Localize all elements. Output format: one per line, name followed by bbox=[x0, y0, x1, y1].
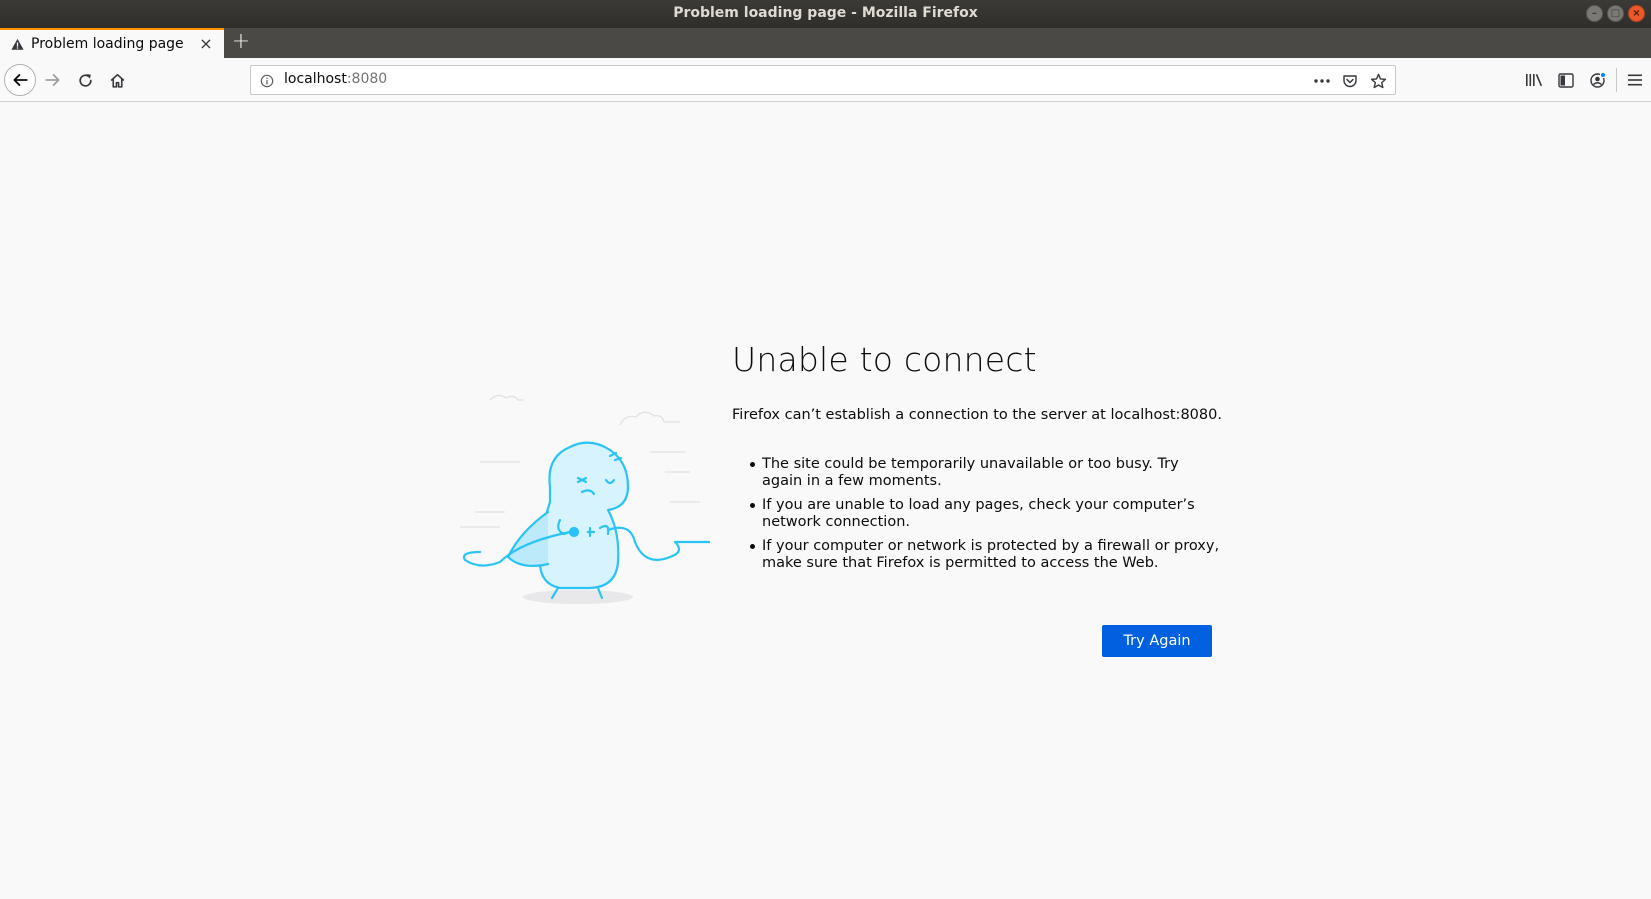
account-icon[interactable] bbox=[1582, 64, 1614, 96]
maximize-icon: □ bbox=[1610, 8, 1621, 19]
new-tab-button[interactable]: + bbox=[230, 28, 252, 58]
back-button[interactable] bbox=[4, 64, 36, 96]
url-text[interactable]: localhost:8080 bbox=[284, 71, 387, 87]
window-titlebar: Problem loading page - Mozilla Firefox –… bbox=[0, 0, 1651, 28]
minimize-button[interactable]: – bbox=[1586, 5, 1603, 22]
close-window-button[interactable]: × bbox=[1628, 5, 1645, 22]
library-icon[interactable] bbox=[1518, 64, 1550, 96]
site-info-icon[interactable] bbox=[260, 73, 274, 88]
disconnected-dinosaur-illustration bbox=[460, 394, 710, 604]
reload-icon bbox=[78, 73, 92, 87]
sidebar-icon[interactable] bbox=[1550, 64, 1582, 96]
tab-strip: Problem loading page × + bbox=[0, 28, 1651, 58]
home-button[interactable] bbox=[101, 64, 133, 96]
close-icon: × bbox=[1632, 8, 1641, 19]
maximize-button[interactable]: □ bbox=[1607, 5, 1624, 22]
reload-button[interactable] bbox=[69, 64, 101, 96]
pocket-icon[interactable] bbox=[1341, 72, 1359, 90]
tab-title: Problem loading page bbox=[31, 36, 184, 52]
navigation-toolbar: localhost:8080 bbox=[0, 58, 1651, 102]
page-actions-icon[interactable] bbox=[1313, 72, 1331, 90]
menu-icon[interactable] bbox=[1619, 64, 1651, 96]
url-port: :8080 bbox=[346, 71, 388, 87]
try-again-button[interactable]: Try Again bbox=[1102, 625, 1212, 657]
url-host: localhost bbox=[284, 71, 347, 87]
error-reason-item: If you are unable to load any pages, che… bbox=[750, 497, 1222, 531]
warning-icon bbox=[10, 37, 24, 51]
minimize-icon: – bbox=[1592, 8, 1597, 19]
error-page: Unable to connect Firefox can’t establis… bbox=[0, 102, 1651, 899]
window-title: Problem loading page - Mozilla Firefox bbox=[673, 5, 978, 21]
tab-close-icon[interactable]: × bbox=[198, 36, 214, 52]
back-arrow-icon bbox=[13, 74, 28, 86]
toolbar-separator bbox=[1616, 68, 1617, 92]
window-controls: – □ × bbox=[1586, 5, 1645, 22]
error-title: Unable to connect bbox=[732, 340, 1037, 379]
url-bar[interactable]: localhost:8080 bbox=[250, 65, 1396, 95]
toolbar-right bbox=[1518, 64, 1651, 96]
home-icon bbox=[110, 73, 124, 88]
bookmark-star-icon[interactable] bbox=[1369, 72, 1387, 90]
url-actions bbox=[1313, 70, 1387, 92]
forward-arrow-icon bbox=[45, 74, 60, 86]
forward-button[interactable] bbox=[37, 64, 69, 96]
error-reasons-list: The site could be temporarily unavailabl… bbox=[750, 456, 1222, 579]
tab-problem-loading[interactable]: Problem loading page × bbox=[0, 28, 224, 58]
error-reason-item: The site could be temporarily unavailabl… bbox=[750, 456, 1222, 490]
error-reason-item: If your computer or network is protected… bbox=[750, 538, 1222, 572]
error-description: Firefox can’t establish a connection to … bbox=[732, 407, 1222, 423]
